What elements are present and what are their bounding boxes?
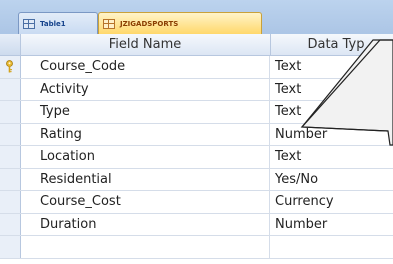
data-type-cell[interactable] [271, 236, 393, 258]
table-icon [23, 18, 35, 29]
row-selector[interactable] [0, 101, 21, 123]
grid-header: Field Name Data Typ [0, 34, 393, 56]
table-row[interactable]: Course_Code Text [0, 56, 393, 79]
table-row[interactable]: Rating Number [0, 123, 393, 146]
data-type-header: Data Typ [307, 37, 365, 52]
row-selector[interactable] [0, 146, 21, 168]
field-name-header: Field Name [20, 34, 271, 55]
table-row[interactable]: Course_Cost Currency [0, 191, 393, 214]
data-type-cell[interactable]: Text [271, 101, 393, 123]
data-type-cell[interactable]: Text [271, 56, 393, 78]
row-selector[interactable] [0, 213, 21, 235]
table-icon [103, 18, 115, 29]
field-grid: Field Name Data Typ Course_Code Text Act… [0, 34, 393, 259]
tab-label: JZIGADSPORTS [120, 19, 179, 28]
table-row[interactable]: Duration Number [0, 213, 393, 236]
tab-jzigadsports[interactable]: JZIGADSPORTS [98, 12, 262, 34]
key-icon [6, 60, 13, 73]
table-row[interactable]: Residential Yes/No [0, 168, 393, 191]
table-row[interactable]: Location Text [0, 146, 393, 169]
row-selector[interactable] [0, 78, 21, 100]
field-name-cell[interactable]: Residential [20, 168, 270, 190]
row-selector[interactable] [0, 168, 21, 190]
row-selector[interactable] [0, 236, 21, 258]
data-type-cell[interactable]: Currency [271, 191, 393, 213]
data-type-cell[interactable]: Number [271, 214, 393, 236]
design-view-window: Table1 JZIGADSPORTS Field Name Data Typ [0, 0, 393, 264]
field-name-cell[interactable]: Course_Cost [20, 191, 270, 213]
field-name-cell[interactable]: Duration [20, 213, 270, 235]
row-selector[interactable] [0, 123, 21, 145]
tab-table1[interactable]: Table1 [18, 12, 98, 34]
data-type-cell[interactable]: Yes/No [271, 169, 393, 191]
field-name-cell[interactable]: Course_Code [20, 56, 270, 78]
row-selector[interactable] [0, 56, 21, 78]
select-all-corner[interactable] [0, 34, 21, 55]
data-type-cell[interactable]: Text [271, 146, 393, 168]
table-row[interactable]: Activity Text [0, 78, 393, 101]
field-name-cell[interactable] [20, 236, 270, 258]
field-name-cell[interactable]: Location [20, 146, 270, 168]
data-type-cell[interactable]: Text [271, 79, 393, 101]
tab-label: Table1 [40, 19, 66, 28]
field-name-cell[interactable]: Type [20, 101, 270, 123]
field-name-cell[interactable]: Activity [20, 78, 270, 100]
field-name-cell[interactable]: Rating [20, 123, 270, 145]
table-row[interactable]: Type Text [0, 101, 393, 124]
table-row[interactable] [0, 236, 393, 259]
data-type-cell[interactable]: Number [271, 124, 393, 146]
row-selector[interactable] [0, 191, 21, 213]
